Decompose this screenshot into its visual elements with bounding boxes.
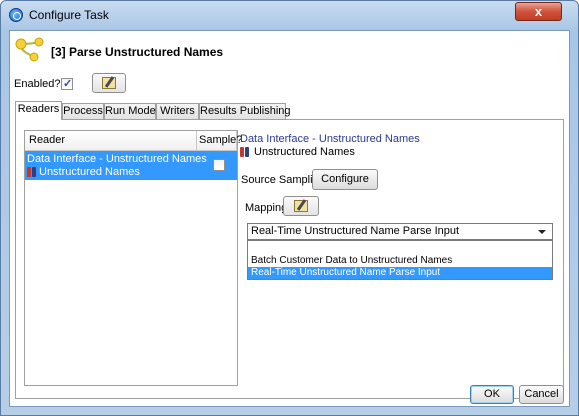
enabled-label: Enabled?: [14, 78, 61, 90]
readers-table: Reader Sample? Data Interface - Unstruct…: [24, 130, 242, 386]
data-interface-icon: [240, 147, 250, 157]
reader-name: Unstructured Names: [39, 166, 140, 178]
tab-results-publishing[interactable]: Results Publishing: [199, 103, 291, 119]
table-row[interactable]: Data Interface - Unstructured Names Unst…: [25, 151, 237, 180]
edit-notes-icon: [294, 200, 308, 212]
mapping-select[interactable]: Real-Time Unstructured Name Parse Input: [247, 223, 553, 240]
ok-button[interactable]: OK: [470, 385, 514, 404]
column-header-sample[interactable]: Sample?: [197, 131, 242, 151]
tab-writers[interactable]: Writers: [156, 103, 199, 119]
task-title: [3] Parse Unstructured Names: [51, 45, 224, 59]
data-interface-name: Unstructured Names: [254, 146, 355, 158]
tab-run-mode[interactable]: Run Mode: [104, 103, 156, 119]
mapping-dropdown-list: Batch Customer Data to Unstructured Name…: [247, 240, 553, 280]
edit-notes-icon: [102, 77, 116, 89]
chevron-down-icon[interactable]: [538, 230, 546, 234]
close-button[interactable]: x: [515, 2, 562, 21]
reader-interface: Data Interface - Unstructured Names: [27, 153, 207, 165]
tab-readers[interactable]: Readers: [15, 101, 62, 120]
data-interface-icon: [27, 167, 37, 177]
title-bar[interactable]: Configure Task x: [1, 1, 578, 29]
mapping-option-realtime[interactable]: Real-Time Unstructured Name Parse Input: [248, 267, 552, 279]
cancel-button[interactable]: Cancel: [519, 385, 564, 404]
config-dialog-icon: [9, 8, 23, 22]
sample-checkbox[interactable]: [213, 159, 225, 171]
enabled-checkbox[interactable]: [61, 77, 73, 90]
mapping-edit-button[interactable]: [283, 196, 319, 216]
tab-process[interactable]: Process: [62, 103, 104, 119]
window-title: Configure Task: [29, 8, 109, 22]
task-notes-button[interactable]: [92, 73, 126, 93]
mapping-selected-value: Real-Time Unstructured Name Parse Input: [251, 225, 460, 237]
mapping-option-batch[interactable]: Batch Customer Data to Unstructured Name…: [248, 255, 552, 267]
readers-panel: Reader Sample? Data Interface - Unstruct…: [15, 119, 564, 399]
column-header-reader[interactable]: Reader: [25, 131, 197, 151]
configure-button[interactable]: Configure: [312, 169, 378, 190]
task-graph-icon: [15, 37, 44, 62]
dialog-content: [3] Parse Unstructured Names Enabled? Re…: [9, 30, 570, 407]
dialog-window: Configure Task x [3] Parse Unstructured …: [0, 0, 579, 416]
mapping-option-blank[interactable]: [248, 242, 552, 254]
mapping-label: Mapping: [245, 202, 288, 214]
data-interface-link[interactable]: Data Interface - Unstructured Names: [240, 133, 420, 145]
